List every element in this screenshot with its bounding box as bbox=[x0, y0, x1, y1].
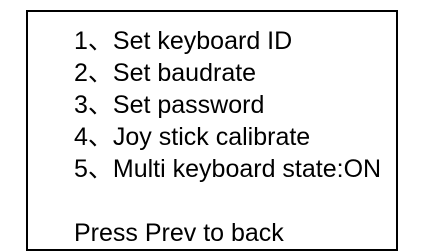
menu-item-multi-keyboard-state[interactable]: 5、Multi keyboard state:ON bbox=[74, 154, 381, 184]
menu-item-set-keyboard-id[interactable]: 1、Set keyboard ID bbox=[74, 26, 292, 56]
keyboard-menu-screen: 1、Set keyboard ID 2、Set baudrate 3、Set p… bbox=[0, 0, 424, 251]
back-hint: Press Prev to back bbox=[74, 219, 284, 247]
menu-item-set-password[interactable]: 3、Set password bbox=[74, 90, 264, 120]
menu-item-set-baudrate[interactable]: 2、Set baudrate bbox=[74, 58, 256, 88]
menu-item-joystick-calibrate[interactable]: 4、Joy stick calibrate bbox=[74, 122, 310, 152]
